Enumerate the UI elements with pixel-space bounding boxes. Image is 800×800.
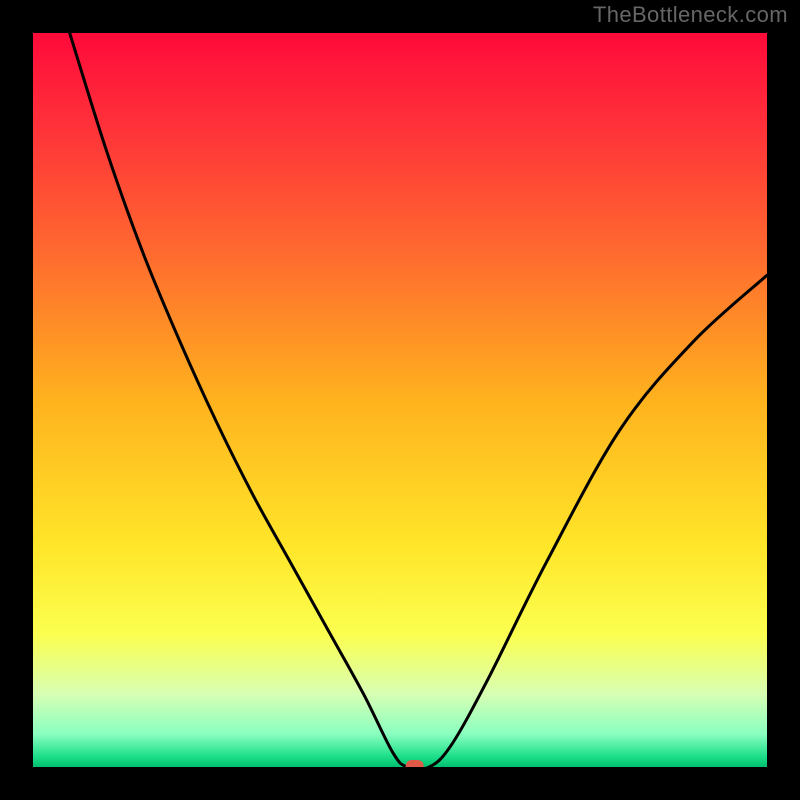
minimum-marker — [406, 760, 424, 767]
plot-area — [33, 33, 767, 767]
chart-svg — [33, 33, 767, 767]
watermark-text: TheBottleneck.com — [593, 2, 788, 28]
chart-frame: TheBottleneck.com — [0, 0, 800, 800]
gradient-background — [33, 33, 767, 767]
